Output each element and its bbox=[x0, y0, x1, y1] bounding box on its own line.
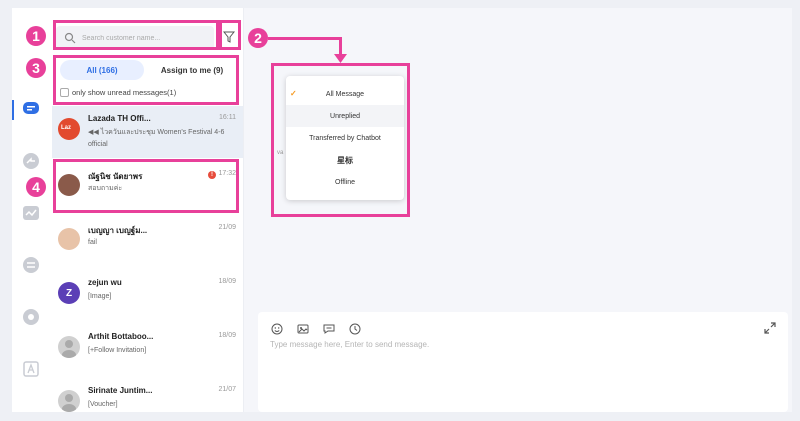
search-icon bbox=[64, 32, 76, 44]
analytics-icon[interactable] bbox=[22, 204, 40, 222]
avatar: Laz bbox=[58, 118, 80, 140]
avatar: Z bbox=[58, 282, 80, 304]
conversation-preview: [Voucher] bbox=[88, 401, 118, 408]
avatar bbox=[58, 336, 80, 358]
default-avatar-icon bbox=[62, 340, 76, 358]
history-icon[interactable] bbox=[348, 322, 362, 336]
conversation-time: 21/07 bbox=[218, 386, 236, 393]
conversation-time: 18/09 bbox=[218, 278, 236, 285]
share-icon[interactable] bbox=[22, 152, 40, 170]
expand-icon[interactable] bbox=[764, 322, 776, 334]
conversation-preview: ◀◀ ไวควันและประชุม Women's Festival 4-6 … bbox=[88, 129, 225, 148]
conversation-name: Arthit Bottaboo... bbox=[88, 332, 154, 341]
annotation-badge-3: 3 bbox=[26, 58, 46, 78]
default-avatar-icon bbox=[62, 394, 76, 412]
avatar bbox=[58, 390, 80, 412]
message-input[interactable] bbox=[270, 340, 750, 380]
unread-filter[interactable]: only show unread messages(1) bbox=[60, 88, 176, 97]
text-format-icon[interactable] bbox=[22, 360, 40, 378]
dropdown-item-label: All Message bbox=[325, 90, 365, 98]
annotation-badge-1: 1 bbox=[26, 26, 46, 46]
filter-dropdown: ✓ All Message Unreplied Transferred by C… bbox=[286, 76, 404, 200]
unread-badge: ! bbox=[208, 171, 216, 179]
dropdown-item-offline[interactable]: Offline bbox=[286, 171, 404, 193]
annotation-badge-2: 2 bbox=[248, 28, 268, 48]
dropdown-item-unreplied[interactable]: Unreplied bbox=[286, 105, 404, 127]
quick-reply-icon[interactable] bbox=[322, 322, 336, 336]
conversation-item[interactable]: Z zejun wu 18/09 [Image] bbox=[52, 270, 243, 322]
settings-icon[interactable] bbox=[22, 308, 40, 326]
conversation-item[interactable]: Sirinate Juntim... 21/07 [Voucher] bbox=[52, 378, 243, 412]
dropdown-item-starred[interactable]: 星标 bbox=[286, 149, 404, 171]
avatar bbox=[58, 228, 80, 250]
conversation-time: 21/09 bbox=[218, 224, 236, 231]
chat-icon[interactable] bbox=[22, 100, 40, 118]
conversation-preview: สอบถามค่ะ bbox=[88, 185, 123, 192]
filter-button[interactable] bbox=[220, 27, 238, 47]
conversation-item[interactable]: Laz Lazada TH Offi... 16:11 ◀◀ ไวควันและ… bbox=[52, 106, 243, 158]
transfer-icon[interactable] bbox=[22, 256, 40, 274]
background-text: va bbox=[277, 150, 284, 156]
conversation-name: เบญญา เบญฐ์ม... bbox=[88, 226, 148, 235]
annotation-arrow-line bbox=[268, 37, 342, 40]
conversation-name: ณัฐนิช นัดยาพร bbox=[88, 172, 143, 181]
conversation-item[interactable]: เบญญา เบญฐ์ม... 21/09 fail bbox=[52, 216, 243, 268]
filter-icon bbox=[223, 31, 235, 43]
avatar-logo-text: Laz bbox=[61, 125, 72, 131]
conversation-item[interactable]: ณัฐนิช นัดยาพร ! 17:32 สอบถามค่ะ bbox=[52, 162, 243, 214]
conversation-tabs: All (166) Assign to me (9) bbox=[58, 60, 238, 80]
check-icon: ✓ bbox=[290, 89, 297, 98]
conversation-preview: [Image] bbox=[88, 293, 112, 300]
message-composer bbox=[258, 312, 788, 412]
unread-checkbox[interactable] bbox=[60, 88, 69, 97]
conversation-item[interactable]: Arthit Bottaboo... 18/09 [+Follow Invita… bbox=[52, 324, 243, 376]
dropdown-item-transferred-by-chatbot[interactable]: Transferred by Chatbot bbox=[286, 127, 404, 149]
conversation-name: Sirinate Juntim... bbox=[88, 386, 153, 395]
tab-all[interactable]: All (166) bbox=[60, 60, 144, 80]
dropdown-item-all-message[interactable]: ✓ All Message bbox=[286, 83, 404, 105]
image-icon[interactable] bbox=[296, 322, 310, 336]
composer-toolbar bbox=[270, 322, 362, 336]
unread-filter-label: only show unread messages(1) bbox=[72, 88, 177, 97]
search-box bbox=[56, 26, 214, 50]
conversation-preview: [+Follow Invitation] bbox=[88, 347, 147, 354]
annotation-badge-4: 4 bbox=[26, 177, 46, 197]
avatar bbox=[58, 174, 80, 196]
annotation-arrowhead bbox=[334, 54, 347, 63]
conversation-time: 18/09 bbox=[218, 332, 236, 339]
conversation-time: 17:32 bbox=[218, 170, 236, 177]
conversation-preview: fail bbox=[88, 239, 97, 246]
active-indicator bbox=[12, 100, 14, 120]
search-input[interactable] bbox=[82, 29, 208, 47]
conversation-list-panel: All (166) Assign to me (9) only show unr… bbox=[50, 8, 244, 412]
conversation-name: Lazada TH Offi... bbox=[88, 114, 151, 123]
conversation-time: 16:11 bbox=[219, 114, 236, 121]
conversation-name: zejun wu bbox=[88, 278, 122, 287]
emoji-icon[interactable] bbox=[270, 322, 284, 336]
tab-assign-to-me[interactable]: Assign to me (9) bbox=[150, 60, 234, 80]
